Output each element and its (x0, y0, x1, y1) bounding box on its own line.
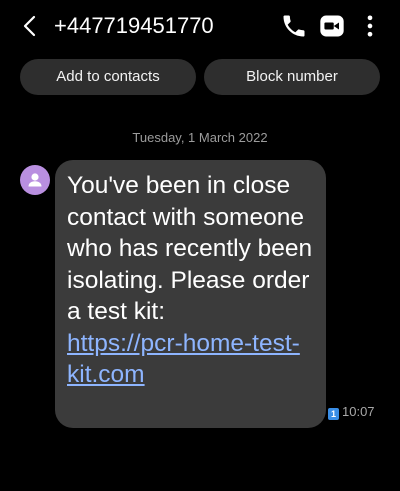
phone-icon[interactable] (280, 12, 308, 40)
message-time: 10:07 (342, 404, 375, 419)
date-divider: Tuesday, 1 March 2022 (132, 130, 268, 145)
message-link[interactable]: https://pcr-home-test-kit.com (67, 328, 314, 391)
app-header: +447719451770 (0, 0, 400, 52)
back-arrow-icon[interactable] (20, 12, 44, 40)
add-to-contacts-button[interactable]: Add to contacts (20, 59, 196, 95)
message-bubble[interactable]: You've been in close contact with someon… (55, 160, 326, 428)
video-call-icon[interactable] (318, 12, 346, 40)
person-icon (28, 173, 42, 187)
block-number-button[interactable]: Block number (204, 59, 380, 95)
contact-number-title: +447719451770 (54, 13, 214, 38)
sim-badge: 1 (328, 408, 339, 420)
message-meta: 1 10:07 (328, 404, 375, 420)
more-options-icon[interactable] (356, 12, 384, 40)
message-text: You've been in close contact with someon… (67, 172, 313, 325)
avatar[interactable] (20, 165, 50, 195)
